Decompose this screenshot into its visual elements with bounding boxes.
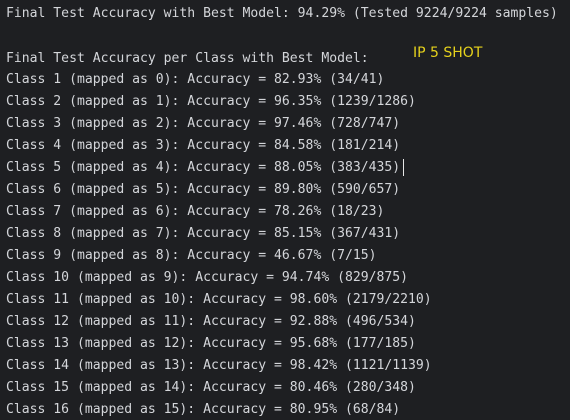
class-accuracy-line: Class 3 (mapped as 2): Accuracy = 97.46%… (6, 116, 401, 131)
class-accuracy-line: Class 1 (mapped as 0): Accuracy = 82.93%… (6, 72, 385, 87)
class-accuracy-line: Class 16 (mapped as 15): Accuracy = 80.9… (6, 402, 401, 417)
console-output[interactable]: Final Test Accuracy with Best Model: 94.… (0, 0, 570, 420)
class-accuracy-line: Class 4 (mapped as 3): Accuracy = 84.58%… (6, 138, 401, 153)
class-accuracy-line: Class 7 (mapped as 6): Accuracy = 78.26%… (6, 204, 385, 219)
annotation-label: IP 5 SHOT (413, 45, 483, 61)
class-accuracy-line: Class 8 (mapped as 7): Accuracy = 85.15%… (6, 226, 401, 241)
class-accuracy-line: Class 14 (mapped as 13): Accuracy = 98.4… (6, 358, 432, 373)
class-accuracy-line: Class 5 (mapped as 4): Accuracy = 88.05%… (6, 160, 401, 175)
class-accuracy-line: Class 15 (mapped as 14): Accuracy = 80.4… (6, 380, 416, 395)
class-accuracy-line: Class 9 (mapped as 8): Accuracy = 46.67%… (6, 248, 377, 263)
class-accuracy-line: Class 2 (mapped as 1): Accuracy = 96.35%… (6, 94, 416, 109)
summary-line: Final Test Accuracy with Best Model: 94.… (6, 6, 558, 21)
class-accuracy-line: Class 10 (mapped as 9): Accuracy = 94.74… (6, 270, 409, 285)
text-cursor (403, 159, 404, 176)
class-accuracy-line: Class 11 (mapped as 10): Accuracy = 98.6… (6, 292, 432, 307)
per-class-header: Final Test Accuracy per Class with Best … (6, 51, 369, 66)
class-accuracy-line: Class 13 (mapped as 12): Accuracy = 95.6… (6, 336, 416, 351)
class-accuracy-line: Class 12 (mapped as 11): Accuracy = 92.8… (6, 314, 416, 329)
class-accuracy-line: Class 6 (mapped as 5): Accuracy = 89.80%… (6, 182, 401, 197)
